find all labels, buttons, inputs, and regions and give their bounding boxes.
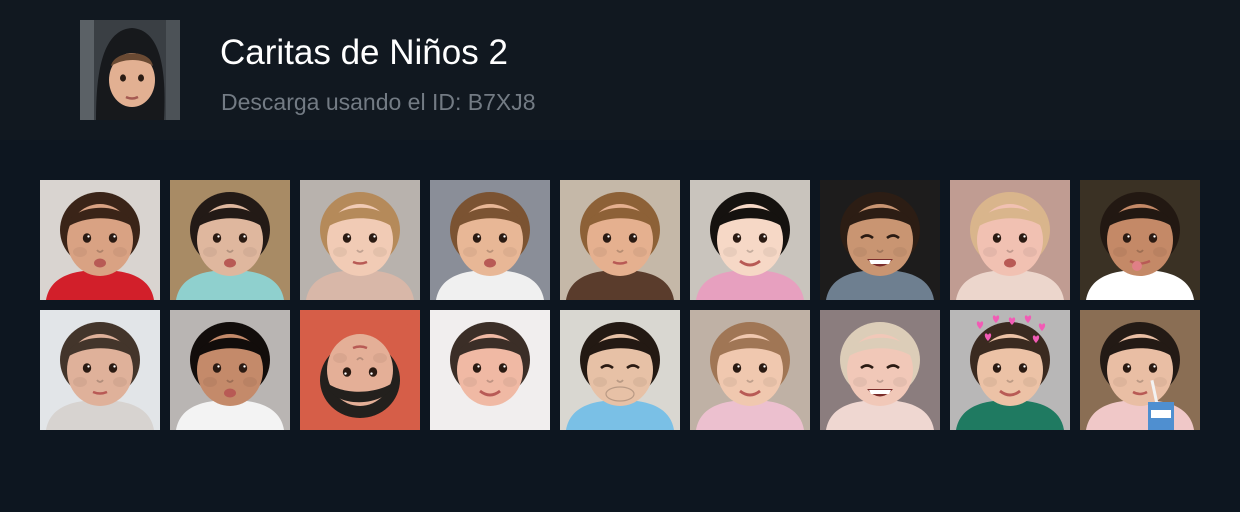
child-tongue-out-face-icon [1080, 180, 1200, 300]
sticker-item[interactable] [1080, 180, 1200, 300]
child-chin-rest-face-icon [170, 180, 290, 300]
child-blonde-face-icon [950, 180, 1070, 300]
child-smile-face-icon [690, 310, 810, 430]
child-upside-down-face-icon [300, 310, 420, 430]
sticker-item[interactable] [40, 310, 160, 430]
sticker-item[interactable] [820, 180, 940, 300]
child-bangs-smile-face-icon [690, 180, 810, 300]
child-hoodie-face-icon [80, 20, 180, 120]
sticker-item[interactable] [300, 180, 420, 300]
sticker-item[interactable] [1080, 310, 1200, 430]
sticker-item[interactable] [690, 180, 810, 300]
sticker-item[interactable] [170, 180, 290, 300]
child-pucker-face-icon [430, 180, 550, 300]
child-juice-box-face-icon [1080, 310, 1200, 430]
sticker-item[interactable] [820, 310, 940, 430]
pack-download-id: Descarga usando el ID: B7XJ8 [221, 89, 536, 115]
child-close-up-face-icon [560, 180, 680, 300]
child-laugh-face-icon [820, 310, 940, 430]
child-hearts-crown-face-icon [950, 310, 1070, 430]
pack-title: Caritas de Niños 2 [220, 33, 508, 72]
child-chubby-smile-face-icon [430, 310, 550, 430]
sticker-item[interactable] [690, 310, 810, 430]
child-grin-face-icon [820, 180, 940, 300]
sticker-grid [40, 180, 1200, 430]
sticker-item[interactable] [430, 310, 550, 430]
child-giggle-face-icon [560, 310, 680, 430]
sticker-item[interactable] [40, 180, 160, 300]
child-afro-face-icon [170, 310, 290, 430]
child-thumb-sucking-face-icon [40, 310, 160, 430]
sticker-item[interactable] [430, 180, 550, 300]
child-kiss-face-icon [40, 180, 160, 300]
child-curly-hair-face-icon [300, 180, 420, 300]
sticker-item[interactable] [300, 310, 420, 430]
pack-header: Caritas de Niños 2 Descarga usando el ID… [0, 0, 1240, 140]
sticker-item[interactable] [950, 310, 1070, 430]
pack-cover-image[interactable] [80, 20, 180, 120]
sticker-item[interactable] [560, 180, 680, 300]
sticker-item[interactable] [560, 310, 680, 430]
sticker-item[interactable] [170, 310, 290, 430]
sticker-item[interactable] [950, 180, 1070, 300]
